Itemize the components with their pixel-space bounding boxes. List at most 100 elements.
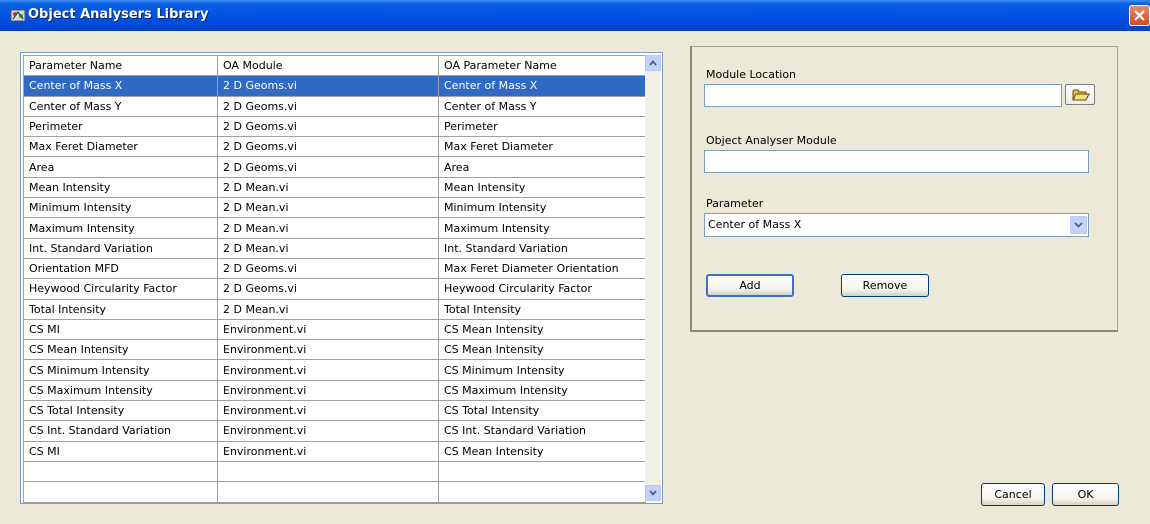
- cell-oa-parameter-name[interactable]: Mean Intensity: [438, 176, 646, 199]
- table-row[interactable]: Perimeter 2 D Geoms.vi Perimeter: [23, 115, 646, 138]
- cell-oa-module[interactable]: 2 D Mean.vi: [217, 217, 439, 239]
- cell-parameter-name[interactable]: CS Mean Intensity: [23, 339, 218, 361]
- cell-oa-parameter-name[interactable]: Max Feret Diameter Orientation: [438, 257, 646, 280]
- cell-parameter-name[interactable]: Max Feret Diameter: [23, 136, 218, 158]
- cell-oa-module[interactable]: Environment.vi: [217, 379, 439, 402]
- cell-parameter-name[interactable]: CS MI: [23, 318, 218, 341]
- cell-parameter-name[interactable]: Center of Mass Y: [23, 95, 218, 117]
- cell-oa-parameter-name[interactable]: Maximum Intensity: [438, 217, 646, 239]
- object-analyser-module-field[interactable]: [704, 150, 1089, 173]
- table-row[interactable]: Center of Mass X2 D Geoms.vi Center of Ma…: [23, 75, 646, 97]
- cell-oa-parameter-name[interactable]: CS Mean Intensity: [438, 440, 646, 462]
- cell-parameter-name[interactable]: Minimum Intensity: [23, 197, 218, 219]
- cell-oa-module[interactable]: 2 D Mean.vi: [217, 237, 439, 259]
- cell-oa-module[interactable]: Environment.vi: [217, 440, 439, 462]
- cell-oa-module[interactable]: Environment.vi: [217, 339, 439, 361]
- cell-oa-module[interactable]: 2 D Geoms.vi: [217, 257, 439, 280]
- cell-parameter-name[interactable]: CS MI: [23, 440, 218, 462]
- cell-parameter-name[interactable]: Perimeter: [23, 115, 218, 138]
- table-row[interactable]: CS Int. Standard Variation Environment.vi…: [23, 420, 646, 442]
- cell-oa-module[interactable]: [217, 481, 439, 503]
- cell-oa-parameter-name[interactable]: Perimeter: [438, 115, 646, 138]
- table-row[interactable]: CS Maximum Intensity Environment.vi CS Max…: [23, 379, 646, 402]
- cell-oa-module[interactable]: 2 D Mean.vi: [217, 197, 439, 219]
- cell-oa-parameter-name[interactable]: [438, 460, 646, 483]
- table-row[interactable]: Maximum Intensity 2 D Mean.vi Maximum Inte…: [23, 217, 646, 239]
- table-row[interactable]: CS Minimum Intensity Environment.vi CS Min…: [23, 359, 646, 381]
- cell-oa-parameter-name[interactable]: CS Mean Intensity: [438, 318, 646, 341]
- cell-parameter-name[interactable]: [23, 481, 218, 503]
- cell-oa-module[interactable]: Environment.vi: [217, 318, 439, 341]
- cell-parameter-name[interactable]: CS Total Intensity: [23, 400, 218, 422]
- cell-oa-parameter-name[interactable]: [438, 481, 646, 503]
- cell-parameter-name[interactable]: Orientation MFD: [23, 257, 218, 280]
- column-header-parameter-name[interactable]: Parameter Name: [23, 54, 218, 77]
- cell-oa-parameter-name[interactable]: Int. Standard Variation: [438, 237, 646, 259]
- cell-oa-parameter-name[interactable]: Center of Mass Y: [438, 95, 646, 117]
- cell-oa-parameter-name[interactable]: Area: [438, 156, 646, 178]
- cell-parameter-name[interactable]: [23, 460, 218, 483]
- cell-oa-parameter-name[interactable]: CS Total Intensity: [438, 400, 646, 422]
- table-row[interactable]: Total Intensity 2 D Mean.vi Total Intensit…: [23, 298, 646, 320]
- cell-oa-module[interactable]: 2 D Mean.vi: [217, 176, 439, 199]
- cell-oa-parameter-name[interactable]: Heywood Circularity Factor: [438, 278, 646, 300]
- cell-oa-module[interactable]: 2 D Mean.vi: [217, 298, 439, 320]
- table-row[interactable]: Mean Intensity 2 D Mean.vi Mean Intensity: [23, 176, 646, 199]
- parameter-select[interactable]: Center of Mass X: [704, 213, 1089, 237]
- table-row[interactable]: Int. Standard Variation 2 D Mean.vi Int. S…: [23, 237, 646, 259]
- module-location-field[interactable]: [704, 84, 1062, 107]
- table-row[interactable]: CS Total Intensity Environment.vi CS Total…: [23, 400, 646, 422]
- cell-oa-module[interactable]: 2 D Geoms.vi: [217, 115, 439, 138]
- cell-oa-parameter-name[interactable]: Minimum Intensity: [438, 197, 646, 219]
- parameter-grid[interactable]: Parameter Name OA Module OA Parameter Na…: [23, 54, 646, 503]
- cell-oa-parameter-name[interactable]: Total Intensity: [438, 298, 646, 320]
- table-row[interactable]: [23, 481, 646, 503]
- cell-parameter-name[interactable]: Area: [23, 156, 218, 178]
- cell-parameter-name[interactable]: CS Int. Standard Variation: [23, 420, 218, 442]
- cell-parameter-name[interactable]: Total Intensity: [23, 298, 218, 320]
- table-row[interactable]: Area 2 D Geoms.vi Area: [23, 156, 646, 178]
- remove-button[interactable]: Remove: [841, 274, 929, 297]
- table-row[interactable]: Minimum Intensity 2 D Mean.vi Minimum Inte…: [23, 197, 646, 219]
- table-row[interactable]: CS MI Environment.vi CS Mean Intensity: [23, 318, 646, 341]
- ok-button[interactable]: OK: [1052, 483, 1119, 506]
- cell-oa-parameter-name[interactable]: Center of Mass X: [438, 75, 646, 97]
- cell-oa-parameter-name[interactable]: CS Maximum Intensity: [438, 379, 646, 402]
- table-row[interactable]: Orientation MFD 2 D Geoms.vi Max Feret Dia…: [23, 257, 646, 280]
- table-row[interactable]: [23, 460, 646, 483]
- scroll-down-button[interactable]: [645, 485, 661, 501]
- cell-oa-module[interactable]: 2 D Geoms.vi: [217, 156, 439, 178]
- column-header-oa-module[interactable]: OA Module: [217, 54, 439, 77]
- cell-parameter-name[interactable]: CS Maximum Intensity: [23, 379, 218, 402]
- table-row[interactable]: CS Mean Intensity Environment.vi CS Mean I…: [23, 339, 646, 361]
- cell-oa-parameter-name[interactable]: CS Minimum Intensity: [438, 359, 646, 381]
- cell-oa-module[interactable]: 2 D Geoms.vi: [217, 95, 439, 117]
- cell-parameter-name[interactable]: Int. Standard Variation: [23, 237, 218, 259]
- cell-oa-module[interactable]: Environment.vi: [217, 420, 439, 442]
- table-row[interactable]: Center of Mass Y2 D Geoms.vi Center of Ma…: [23, 95, 646, 117]
- parameter-table[interactable]: Parameter Name OA Module OA Parameter Na…: [20, 52, 663, 504]
- cancel-button[interactable]: Cancel: [981, 483, 1045, 506]
- cell-oa-parameter-name[interactable]: Max Feret Diameter: [438, 136, 646, 158]
- table-row[interactable]: Max Feret Diameter 2 D Geoms.vi Max Feret …: [23, 136, 646, 158]
- cell-parameter-name[interactable]: Center of Mass X: [23, 75, 218, 97]
- table-vertical-scrollbar[interactable]: [645, 55, 661, 501]
- cell-oa-parameter-name[interactable]: CS Int. Standard Variation: [438, 420, 646, 442]
- table-row[interactable]: CS MI Environment.vi CS Mean Intensity: [23, 440, 646, 462]
- cell-oa-module[interactable]: 2 D Geoms.vi: [217, 278, 439, 300]
- cell-parameter-name[interactable]: Heywood Circularity Factor: [23, 278, 218, 300]
- cell-oa-module[interactable]: 2 D Geoms.vi: [217, 136, 439, 158]
- column-header-oa-parameter-name[interactable]: OA Parameter Name: [438, 54, 646, 77]
- cell-oa-module[interactable]: [217, 460, 439, 483]
- cell-oa-module[interactable]: 2 D Geoms.vi: [217, 75, 439, 97]
- browse-folder-button[interactable]: [1065, 84, 1095, 105]
- cell-parameter-name[interactable]: Mean Intensity: [23, 176, 218, 199]
- scroll-up-button[interactable]: [645, 55, 661, 71]
- close-button[interactable]: [1129, 5, 1150, 26]
- cell-parameter-name[interactable]: CS Minimum Intensity: [23, 359, 218, 381]
- cell-oa-module[interactable]: Environment.vi: [217, 359, 439, 381]
- add-button[interactable]: Add: [706, 274, 794, 297]
- parameter-dropdown-button[interactable]: [1070, 216, 1087, 234]
- title-bar[interactable]: Object Analysers Library: [0, 0, 1150, 31]
- cell-oa-parameter-name[interactable]: CS Mean Intensity: [438, 339, 646, 361]
